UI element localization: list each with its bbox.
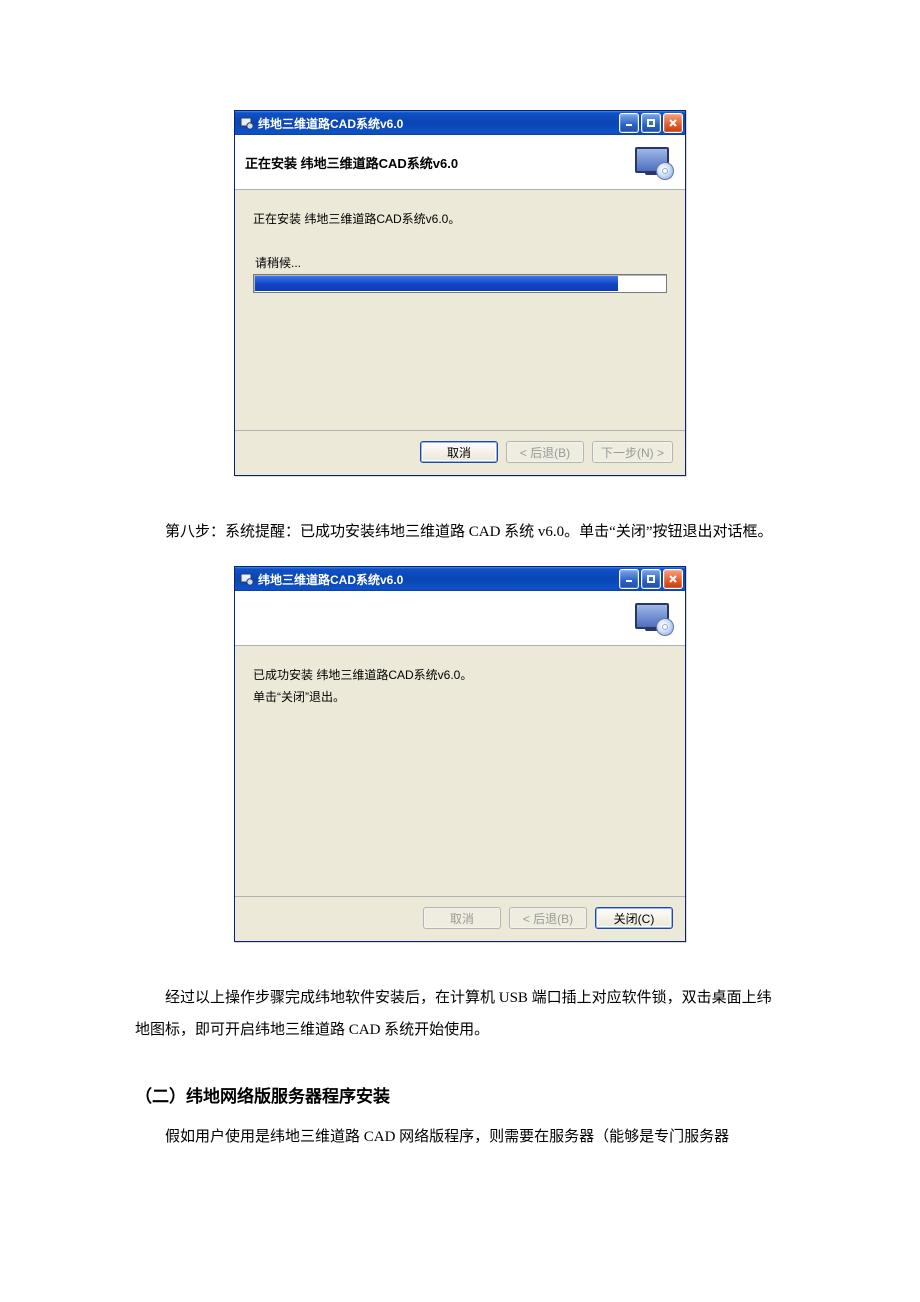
installer-icon (631, 599, 675, 637)
minimize-button[interactable] (619, 569, 639, 589)
window-title: 纬地三维道路CAD系统v6.0 (258, 115, 619, 132)
cancel-button[interactable]: 取消 (420, 441, 498, 463)
finish-text: 已成功安装 纬地三维道路CAD系统v6.0。 单击“关闭”退出。 (253, 664, 667, 708)
button-row: 取消 < 后退(B) 下一步(N) > (235, 430, 685, 475)
installer-app-icon (240, 116, 254, 130)
maximize-button[interactable] (641, 569, 661, 589)
finish-line-2: 单击“关闭”退出。 (253, 686, 667, 708)
section-2-paragraph: 假如用户使用是纬地三维道路 CAD 网络版程序，则需要在服务器（能够是专门服务器 (135, 1121, 785, 1153)
status-text: 正在安装 纬地三维道路CAD系统v6.0。 (253, 208, 667, 230)
finish-line-1: 已成功安装 纬地三维道路CAD系统v6.0。 (253, 664, 667, 686)
titlebar[interactable]: 纬地三维道路CAD系统v6.0 (235, 567, 685, 591)
back-button: < 后退(B) (509, 907, 587, 929)
next-button: 下一步(N) > (592, 441, 673, 463)
dialog-body: 已成功安装 纬地三维道路CAD系统v6.0。 单击“关闭”退出。 (235, 646, 685, 896)
header-band: 正在安装 纬地三维道路CAD系统v6.0 (235, 135, 685, 190)
header-band (235, 591, 685, 646)
screenshot-finished: 纬地三维道路CAD系统v6.0 (135, 566, 785, 942)
button-row: 取消 < 后退(B) 关闭(C) (235, 896, 685, 941)
installer-app-icon (240, 572, 254, 586)
dialog-body: 正在安装 纬地三维道路CAD系统v6.0。 请稍候... (235, 190, 685, 430)
header-title: 正在安装 纬地三维道路CAD系统v6.0 (245, 153, 631, 172)
cancel-button: 取消 (423, 907, 501, 929)
progress-bar (253, 274, 667, 293)
titlebar[interactable]: 纬地三维道路CAD系统v6.0 (235, 111, 685, 135)
minimize-button[interactable] (619, 113, 639, 133)
back-button: < 后退(B) (506, 441, 584, 463)
installer-dialog-1: 纬地三维道路CAD系统v6.0 正在安装 纬地三维道路CAD系统v6.0 (234, 110, 686, 476)
installer-dialog-2: 纬地三维道路CAD系统v6.0 (234, 566, 686, 942)
step8-paragraph: 第八步：系统提醒：已成功安装纬地三维道路 CAD 系统 v6.0。单击“关闭”按… (135, 516, 785, 548)
maximize-button[interactable] (641, 113, 661, 133)
section-2-heading: （二）纬地网络版服务器程序安装 (135, 1082, 785, 1107)
screenshot-installing: 纬地三维道路CAD系统v6.0 正在安装 纬地三维道路CAD系统v6.0 (135, 110, 785, 476)
document-page: 纬地三维道路CAD系统v6.0 正在安装 纬地三维道路CAD系统v6.0 (0, 0, 920, 1219)
close-dialog-button[interactable]: 关闭(C) (595, 907, 673, 929)
close-button[interactable] (663, 113, 683, 133)
wait-label: 请稍候... (255, 254, 667, 271)
installer-icon (631, 143, 675, 181)
post-install-paragraph: 经过以上操作步骤完成纬地软件安装后，在计算机 USB 端口插上对应软件锁，双击桌… (135, 982, 785, 1046)
close-button[interactable] (663, 569, 683, 589)
window-controls (619, 113, 683, 133)
progress-fill (255, 276, 618, 291)
window-title: 纬地三维道路CAD系统v6.0 (258, 571, 619, 588)
window-controls (619, 569, 683, 589)
